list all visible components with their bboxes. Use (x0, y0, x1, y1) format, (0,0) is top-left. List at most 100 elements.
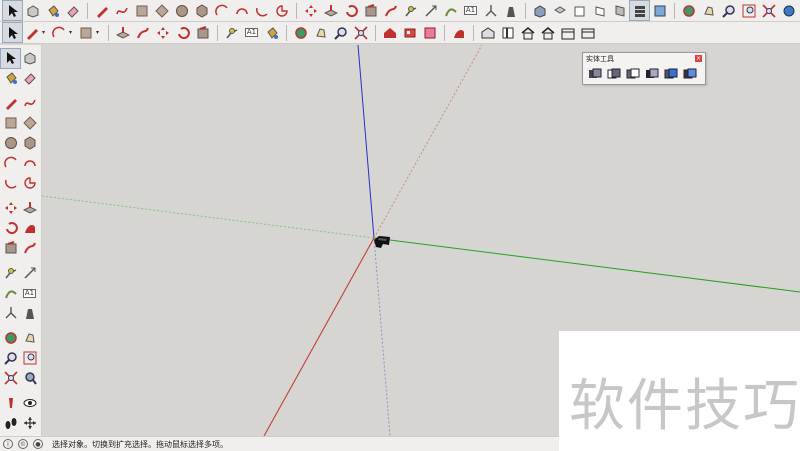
move-icon[interactable] (1, 199, 20, 218)
split-icon[interactable] (682, 67, 698, 81)
orbit-icon[interactable] (679, 1, 698, 20)
follow-me-icon[interactable] (20, 219, 39, 238)
zoom-icon[interactable] (331, 23, 350, 42)
component-icon[interactable] (20, 49, 39, 68)
text-icon[interactable]: A1 (20, 284, 39, 303)
warehouse-icon[interactable] (380, 23, 399, 42)
pan-icon[interactable] (311, 23, 330, 42)
arc-icon[interactable] (50, 23, 76, 42)
rotated-rectangle-icon[interactable] (20, 114, 39, 133)
right-view-icon[interactable] (590, 1, 609, 20)
circle-icon[interactable] (172, 1, 191, 20)
left-view-icon[interactable] (629, 0, 650, 21)
position-camera-icon[interactable] (1, 394, 20, 413)
subtract-icon[interactable] (644, 67, 660, 81)
door-icon[interactable] (449, 23, 468, 42)
push-pull-icon[interactable] (20, 199, 39, 218)
rotate-icon[interactable] (1, 219, 20, 238)
dimension-icon[interactable] (20, 264, 39, 283)
axes-icon[interactable] (1, 304, 20, 323)
freehand-icon[interactable] (20, 94, 39, 113)
intersect-icon[interactable] (606, 67, 622, 81)
eraser-icon[interactable] (20, 69, 39, 88)
orbit-icon[interactable] (20, 329, 39, 348)
zoom-extents-icon[interactable] (1, 369, 20, 388)
orbit-icon[interactable] (291, 23, 310, 42)
look-around-icon[interactable] (20, 394, 39, 413)
arc-icon[interactable] (1, 154, 20, 173)
back-view-icon[interactable] (610, 1, 629, 20)
box-icon[interactable] (578, 23, 597, 42)
two-point-arc-icon[interactable] (20, 154, 39, 173)
select-icon[interactable] (2, 22, 23, 43)
union-icon[interactable] (625, 67, 641, 81)
outer-shell-icon[interactable] (587, 67, 603, 81)
front-view-icon[interactable] (570, 1, 589, 20)
protractor-icon[interactable] (1, 284, 20, 303)
credits-icon[interactable]: © (18, 439, 28, 449)
arc-icon[interactable] (212, 1, 231, 20)
circle-icon[interactable] (1, 134, 20, 153)
house-icon[interactable] (478, 23, 497, 42)
rectangle-icon[interactable] (132, 1, 151, 20)
component-icon[interactable] (23, 1, 42, 20)
gallery-icon[interactable] (538, 23, 557, 42)
3d-text-icon[interactable] (501, 1, 520, 20)
pan-arrows-icon[interactable] (20, 414, 39, 433)
two-point-arc-icon[interactable] (232, 1, 251, 20)
tape-measure-icon[interactable] (222, 23, 241, 42)
zoom-icon[interactable] (1, 349, 20, 368)
paint-bucket-icon[interactable] (43, 1, 62, 20)
push-pull-icon[interactable] (113, 23, 132, 42)
paint-bucket-icon[interactable] (262, 23, 281, 42)
sandbox-icon[interactable] (420, 23, 439, 42)
tape-measure-icon[interactable] (1, 264, 20, 283)
paint-bucket-icon[interactable] (1, 69, 20, 88)
pie-icon[interactable] (272, 1, 291, 20)
iso-view-icon[interactable] (530, 1, 549, 20)
walk-icon[interactable] (1, 414, 20, 433)
dimension-icon[interactable] (441, 1, 460, 20)
tape-measure-icon[interactable] (421, 1, 440, 20)
top-view-icon[interactable] (550, 1, 569, 20)
pencil-icon[interactable] (1, 94, 20, 113)
section-plane-icon[interactable] (1, 329, 20, 348)
zoom-window-icon[interactable] (20, 349, 39, 368)
text-icon[interactable]: A1 (461, 1, 480, 20)
zoom-extents-icon[interactable] (759, 1, 778, 20)
geo-location-icon[interactable]: i (3, 439, 13, 449)
freehand-icon[interactable] (112, 1, 131, 20)
zoom-icon[interactable] (719, 1, 738, 20)
small-model-object[interactable] (374, 236, 390, 248)
rotate-icon[interactable] (341, 1, 360, 20)
previous-view-icon[interactable] (779, 1, 798, 20)
pencil-icon[interactable] (23, 23, 49, 42)
three-point-arc-icon[interactable] (1, 174, 20, 193)
rotate-icon[interactable] (173, 23, 192, 42)
push-pull-icon[interactable] (321, 1, 340, 20)
camera-icon[interactable] (498, 23, 517, 42)
scale-icon[interactable] (1, 239, 20, 258)
zoom-window-icon[interactable] (739, 1, 758, 20)
three-point-arc-icon[interactable] (252, 1, 271, 20)
select-icon[interactable] (2, 0, 23, 21)
eraser-icon[interactable] (63, 1, 82, 20)
solid-tools-panel[interactable]: 实体工具 × (582, 52, 706, 85)
previous-view-icon[interactable] (20, 369, 39, 388)
offset-icon[interactable] (401, 1, 420, 20)
user-icon[interactable]: ● (33, 439, 43, 449)
offset-icon[interactable] (20, 239, 39, 258)
solid-tools-titlebar[interactable]: 实体工具 × (583, 53, 705, 64)
polygon-icon[interactable] (192, 1, 211, 20)
pan-icon[interactable] (699, 1, 718, 20)
trim-icon[interactable] (663, 67, 679, 81)
rotated-rectangle-icon[interactable] (152, 1, 171, 20)
rectangle-icon[interactable] (1, 114, 20, 133)
home-icon[interactable] (518, 23, 537, 42)
close-icon[interactable]: × (695, 55, 702, 62)
scale-icon[interactable] (193, 23, 212, 42)
calendar-icon[interactable] (558, 23, 577, 42)
3d-text-icon[interactable] (20, 304, 39, 323)
shape-dropdown[interactable] (77, 23, 103, 42)
select-icon[interactable] (0, 47, 21, 69)
